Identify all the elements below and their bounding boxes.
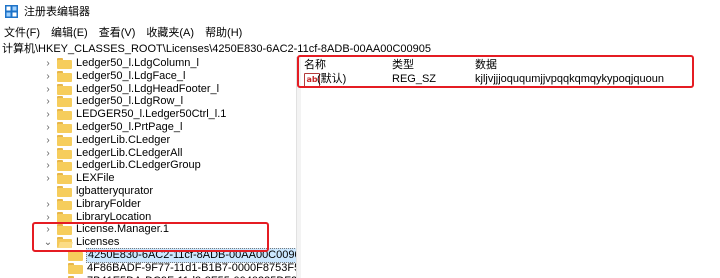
- menu-view[interactable]: 查看(V): [94, 26, 142, 41]
- folder-icon: [57, 134, 72, 146]
- folder-icon: [68, 262, 83, 274]
- window-title: 注册表编辑器: [24, 6, 90, 18]
- folder-icon: [57, 96, 72, 108]
- folder-icon: [57, 186, 72, 197]
- highlight-box-values: [297, 55, 694, 88]
- values-pane: 名称 类型 数据 ab (默认) REG_SZ kjljvjjjoququmjj…: [301, 57, 720, 278]
- tree-item[interactable]: 7B41E5DA-DC9F-11d3-8F55-0040335DF2F2: [58, 274, 296, 278]
- folder-icon: [57, 173, 72, 185]
- folder-icon: [57, 211, 72, 223]
- menu-file[interactable]: 文件(F): [0, 26, 46, 41]
- address-bar[interactable]: 计算机\HKEY_CLASSES_ROOT\Licenses\4250E830-…: [0, 42, 720, 56]
- menu-edit[interactable]: 编辑(E): [46, 26, 94, 41]
- tree-item-label: 7B41E5DA-DC9F-11d3-8F55-0040335DF2F2: [86, 274, 296, 278]
- folder-icon: [57, 58, 72, 69]
- menu-bar: 文件(F) 编辑(E) 查看(V) 收藏夹(A) 帮助(H): [0, 26, 248, 41]
- folder-icon: [57, 198, 72, 210]
- folder-icon: [57, 122, 72, 133]
- folder-icon: [57, 160, 72, 172]
- menu-help[interactable]: 帮助(H): [200, 26, 248, 41]
- folder-icon: [57, 70, 72, 82]
- folder-icon: [57, 147, 72, 159]
- title-bar: 注册表编辑器: [0, 0, 720, 24]
- menu-favorites[interactable]: 收藏夹(A): [141, 26, 200, 41]
- folder-icon: [57, 109, 72, 121]
- highlight-box-licenses: [32, 222, 269, 252]
- folder-icon: [57, 83, 72, 95]
- regedit-app-icon: [5, 5, 18, 18]
